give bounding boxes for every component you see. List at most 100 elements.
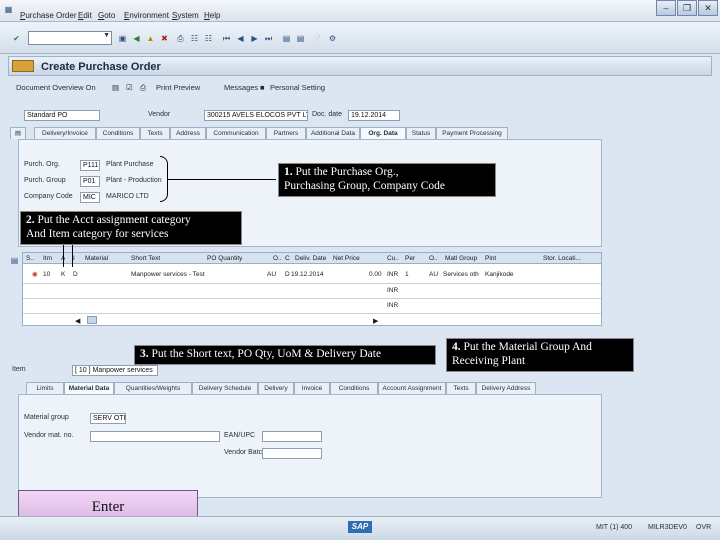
tab-org-data[interactable]: Org. Data <box>360 127 406 139</box>
vendor-mat-field[interactable] <box>90 431 220 442</box>
tab-limits[interactable]: Limits <box>26 382 64 394</box>
col-po-quantity: PO Quantity <box>207 255 243 262</box>
menu-system[interactable]: System <box>172 11 199 20</box>
find-next-icon[interactable]: ☷ <box>204 34 213 43</box>
shortcut-icon[interactable]: ▤ <box>296 34 305 43</box>
last-page-icon[interactable]: ⏭ <box>264 34 273 43</box>
menu-purchase-order[interactable]: Purchase Order <box>20 11 76 20</box>
vendor-batch-label: Vendor Batch <box>224 449 267 456</box>
purch-org-field[interactable]: P111 <box>80 160 100 171</box>
tab-quantities-weights[interactable]: Quantities/Weights <box>114 382 192 394</box>
tab-payment-processing[interactable]: Payment Processing <box>436 127 508 139</box>
menu-bar: ▦ Purchase Order Edit Goto Environment S… <box>0 0 720 22</box>
col-stor-location: Stor. Locati... <box>543 255 581 262</box>
row-deliv-date[interactable]: 19.12.2014 <box>291 271 324 278</box>
hold-icon[interactable]: ▤ <box>112 83 119 92</box>
print-preview-button[interactable]: Print Preview <box>156 83 200 92</box>
row-net-price[interactable]: 0.00 <box>369 271 382 278</box>
tab-invoice[interactable]: Invoice <box>294 382 330 394</box>
menu-environment[interactable]: Environment <box>124 11 169 20</box>
collapse-items-icon[interactable]: ▤ <box>10 256 19 265</box>
purch-group-field[interactable]: P01 <box>80 176 100 187</box>
tab-delivery-schedule[interactable]: Delivery Schedule <box>192 382 258 394</box>
doc-type-select[interactable]: Standard PO <box>24 110 100 121</box>
menu-help[interactable]: Help <box>204 11 220 20</box>
prev-page-icon[interactable]: ◀ <box>236 34 245 43</box>
personal-setting-icon[interactable]: ■ <box>260 83 265 92</box>
row-plant[interactable]: Kanjikode <box>485 271 514 278</box>
close-icon[interactable]: ✕ <box>698 0 718 16</box>
scroll-right-icon[interactable]: ▶ <box>373 317 383 325</box>
layout-icon[interactable]: ⚙ <box>328 34 337 43</box>
tab-delivery[interactable]: Delivery <box>258 382 294 394</box>
menu-edit[interactable]: Edit <box>78 11 92 20</box>
tab-additional-data[interactable]: Additional Data <box>306 127 360 139</box>
col-c: C <box>285 255 290 262</box>
row-c[interactable]: D <box>285 271 290 278</box>
row-currency[interactable]: INR <box>387 271 398 278</box>
minimize-icon[interactable]: – <box>656 0 676 16</box>
sap-window-icon[interactable]: ▦ <box>4 5 13 14</box>
tab-account-assignment[interactable]: Account Assignment <box>378 382 446 394</box>
vendor-field[interactable]: 300215 AVELS ELOCOS PVT LTD <box>204 110 308 121</box>
tab-communication[interactable]: Communication <box>206 127 266 139</box>
page-title: Create Purchase Order <box>41 61 161 73</box>
col-o: O.. <box>273 255 282 262</box>
print-preview-icon[interactable]: ⎙ <box>140 83 146 93</box>
row-item-category[interactable]: D <box>73 271 78 278</box>
tab-delivery-invoice[interactable]: Delivery/Invoice <box>34 127 96 139</box>
brace-org-data <box>160 156 168 202</box>
row-itm[interactable]: 10 <box>43 271 50 278</box>
messages-button[interactable]: Messages <box>224 83 258 92</box>
next-page-icon[interactable]: ▶ <box>250 34 259 43</box>
row-short-text[interactable]: Manpower services - Test <box>131 271 205 278</box>
item-tabstrip: Limits Material Data Quantities/Weights … <box>26 382 606 394</box>
tab-texts-item[interactable]: Texts <box>446 382 476 394</box>
check-doc-icon[interactable]: ☑ <box>126 83 133 92</box>
print-icon[interactable]: ⎙ <box>176 34 185 43</box>
tab-conditions-item[interactable]: Conditions <box>330 382 378 394</box>
item-select[interactable]: [ 10 ] Manpower services <box>72 365 158 376</box>
new-session-icon[interactable]: ▤ <box>282 34 291 43</box>
collapse-header-icon[interactable]: ▤ <box>10 127 26 139</box>
row-per[interactable]: 1 <box>405 271 409 278</box>
doc-overview-button[interactable]: Document Overview On <box>16 83 96 92</box>
tab-texts[interactable]: Texts <box>140 127 170 139</box>
vendor-batch-field[interactable] <box>262 448 322 459</box>
callout-4: 4. Put the Material Group And Receiving … <box>446 338 634 372</box>
tab-delivery-address[interactable]: Delivery Address <box>476 382 536 394</box>
help-icon[interactable]: ❔ <box>312 34 322 43</box>
restore-icon[interactable]: ❐ <box>677 0 697 16</box>
tab-conditions[interactable]: Conditions <box>96 127 140 139</box>
col-plnt: Plnt <box>485 255 497 262</box>
row-matl-group[interactable]: Services oth <box>443 271 479 278</box>
row-acct-assignment[interactable]: K <box>61 271 65 278</box>
chevron-down-icon[interactable]: ▼ <box>103 32 110 39</box>
find-icon[interactable]: ☷ <box>190 34 199 43</box>
check-icon[interactable]: ✔ <box>12 34 21 43</box>
scroll-left-icon[interactable]: ◀ <box>75 317 85 325</box>
row-order-unit[interactable]: AU <box>429 271 438 278</box>
back-icon[interactable]: ◀ <box>132 34 141 43</box>
exit-icon[interactable]: ▲ <box>146 34 155 43</box>
tab-partners[interactable]: Partners <box>266 127 306 139</box>
personal-setting-button[interactable]: Personal Setting <box>270 83 325 92</box>
tab-status[interactable]: Status <box>406 127 436 139</box>
tab-address[interactable]: Address <box>170 127 206 139</box>
callout-2: 2. Put the Acct assignment category And … <box>20 211 242 245</box>
col-o2: O.. <box>429 255 438 262</box>
horizontal-scrollbar[interactable] <box>87 316 97 324</box>
company-code-field[interactable]: MIC <box>80 192 100 203</box>
save-icon[interactable]: ▣ <box>118 34 127 43</box>
doc-date-field[interactable]: 19.12.2014 <box>348 110 400 121</box>
command-field[interactable]: ▼ <box>28 31 112 45</box>
input-mode[interactable]: OVR <box>696 524 711 531</box>
ean-field[interactable] <box>262 431 322 442</box>
row-uom[interactable]: AU <box>267 271 276 278</box>
col-deliv-date: Deliv. Date <box>295 255 327 262</box>
material-group-field[interactable]: SERV OTH <box>90 413 126 424</box>
first-page-icon[interactable]: ⏮ <box>222 34 231 43</box>
cancel-icon[interactable]: ✖ <box>160 34 169 43</box>
tab-material-data[interactable]: Material Data <box>64 382 114 394</box>
menu-goto[interactable]: Goto <box>98 11 115 20</box>
